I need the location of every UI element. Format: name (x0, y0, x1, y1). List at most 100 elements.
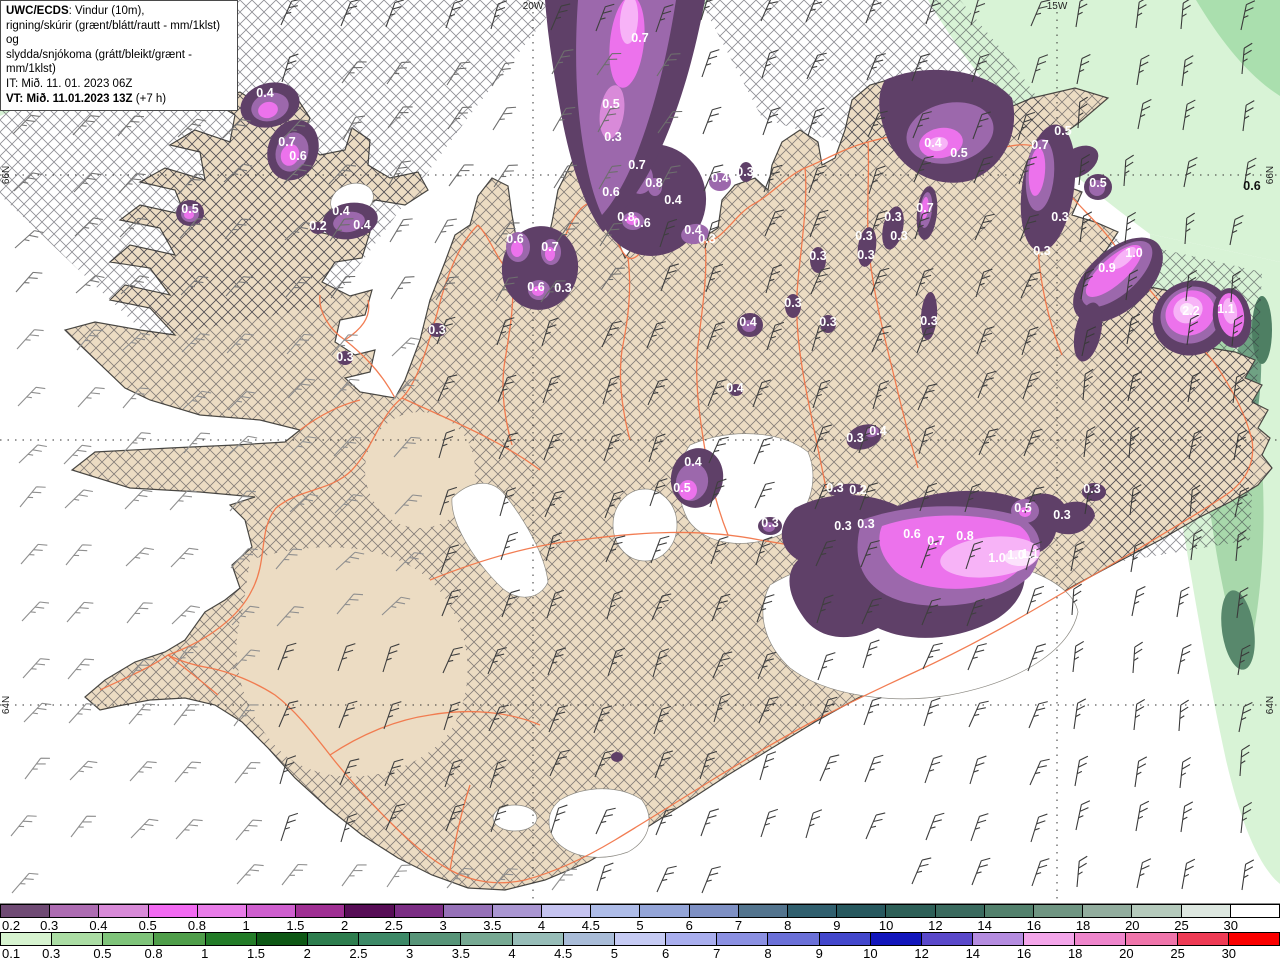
precip-value-label: 0.5 (950, 146, 967, 160)
precip-value-label: 0.3 (819, 315, 836, 329)
precip-value-label: 0.4 (711, 171, 728, 185)
colorbar-segment (614, 933, 667, 945)
latitude-label: 64N (1265, 696, 1276, 714)
precip-value-label: 0.7 (631, 31, 648, 45)
precip-value-label: 0.3 (890, 229, 907, 243)
precip-value-label: 0.3 (1083, 482, 1100, 496)
precip-value-label: 0.7 (916, 201, 933, 215)
colorbar-area: 0.2 0.3 0.4 0.5 0.8 1 1.5 2 2.5 3 3.5 4 4.5 5 6 7 8 9 10 12… (0, 903, 1280, 960)
precip-value-label: 0.4 (353, 218, 370, 232)
colorbar-segment (394, 905, 444, 917)
precip-value-label: 0.7 (628, 158, 645, 172)
precip-value-label: 0.3 (920, 314, 937, 328)
colorbar-tick-label: 6 (685, 918, 693, 933)
colorbar-segment (768, 933, 820, 945)
colorbar-tick-label: 16 (1026, 918, 1042, 933)
colorbar-segment (103, 933, 155, 945)
colorbar-tick-label: 0.8 (144, 946, 163, 960)
longitude-label: 20W (523, 1, 544, 12)
precip-value-label: 0.3 (1033, 244, 1050, 258)
precip-value-label: 0.3 (855, 229, 872, 243)
colorbar-segment (461, 933, 513, 945)
colorbar-tick-label: 18 (1067, 946, 1083, 960)
precip-value-label: 0.6 (527, 280, 544, 294)
precip-value-label: 0.6 (903, 527, 920, 541)
colorbar-segment (542, 905, 592, 917)
precip-value-label: 0.3 (736, 165, 753, 179)
colorbar-tick-label: 20 (1125, 918, 1140, 933)
legend-line-3: slydda/snjókoma (grátt/bleikt/grænt - mm… (6, 48, 192, 76)
colorbar-tick-label: 30 (1221, 946, 1237, 960)
precip-value-label: 0.3 (834, 519, 851, 533)
longitude-label: 15W (1047, 1, 1068, 12)
colorbar-segment (717, 933, 769, 945)
precip-value-label: 1.0 (988, 551, 1005, 565)
sleet-colorbar-labels: 0.2 0.3 0.4 0.5 0.8 1 1.5 2 2.5 3 3.5 4 4.5 5 6 7 8 9 10 12… (0, 918, 1280, 933)
colorbar-segment (591, 905, 641, 917)
colorbar-segment (1230, 905, 1279, 917)
colorbar-tick-label: 8 (784, 918, 792, 933)
precip-value-label: 0.5 (673, 481, 690, 495)
precip-value-label: 0.5 (1054, 124, 1071, 138)
precip-value-label: 0.6 (633, 216, 650, 230)
colorbar-tick-label: 10 (863, 946, 878, 960)
precip-value-label: 0.3 (698, 232, 715, 246)
colorbar-tick-label: 9 (833, 918, 841, 933)
colorbar-tick-label: 25 (1174, 918, 1189, 933)
colorbar-segment (870, 933, 922, 945)
colorbar-segment (246, 905, 297, 917)
legend-valid-time: VT: Mið. 11.01.2023 13Z (+7 h) (6, 92, 167, 105)
colorbar-tick-label: 0.5 (138, 918, 157, 933)
colorbar-tick-label: 6 (661, 946, 670, 960)
colorbar-segment (50, 905, 100, 917)
precip-value-label: 1.1 (1217, 302, 1234, 316)
precip-value-label: 0.7 (1031, 138, 1048, 152)
precip-value-label: 1.0 (1125, 246, 1142, 260)
precip-value-label: 0.8 (617, 210, 634, 224)
legend-init-time: IT: Mið. 11. 01. 2023 06Z (6, 77, 133, 90)
colorbar-tick-label: 1.5 (286, 918, 305, 933)
precip-value-label: 0.8 (645, 176, 662, 190)
colorbar-segment (640, 905, 690, 917)
precip-value-label: 0.5 (1014, 501, 1031, 515)
precip-value-label: 0.4 (924, 136, 941, 150)
precip-value-label: 1.1 (1021, 547, 1038, 561)
model-name: UWC/ECDS (6, 5, 69, 17)
precip-value-label: 0.5 (1089, 176, 1106, 190)
colorbar-segment (443, 905, 493, 917)
colorbar-segment (359, 933, 411, 945)
colorbar-tick-label: 14 (965, 946, 981, 960)
precip-value-label: 0.2 (849, 483, 866, 497)
colorbar-segment (972, 933, 1025, 945)
colorbar-segment (819, 933, 871, 945)
precip-value-label: 0.4 (256, 86, 273, 100)
colorbar-segment (738, 905, 788, 917)
precip-value-label: 0.9 (1098, 261, 1115, 275)
colorbar-segment (1033, 905, 1084, 917)
colorbar-segment (666, 933, 718, 945)
colorbar-tick-label: 9 (815, 946, 823, 960)
precip-value-label: 0.5 (602, 97, 619, 111)
precip-value-label: 0.3 (884, 210, 901, 224)
colorbar-tick-label: 5 (610, 946, 619, 960)
colorbar-tick-label: 3.5 (451, 946, 470, 960)
weather-map-app: 20W 15W 66N 66N 64N 64N 0.4 0.7 0.6 0.5 0.4 0.4 0.2 0… (0, 0, 1280, 960)
iceland-weather-map: 20W 15W66N 66N64N 64N0.40.70.60.5 0.40.40.20… (0, 0, 1280, 903)
colorbar-tick-label: 12 (928, 918, 943, 933)
colorbar-tick-label: 2.5 (384, 918, 403, 933)
colorbar-segment (1, 933, 53, 945)
sleet-colorbar (0, 904, 1280, 918)
colorbar-segment (563, 933, 615, 945)
colorbar-tick-label: 4 (508, 946, 516, 960)
precip-value-label: 0.3 (809, 249, 826, 263)
colorbar-tick-label: 30 (1223, 918, 1238, 933)
rain-colorbar-labels: 0.1 0.3 0.5 0.8 1 1.5 2 2.5 3 3.5 4 4.5 5 6 7 8 9 10 12 14 1… (0, 946, 1280, 960)
colorbar-segment (1132, 905, 1182, 917)
colorbar-tick-label: 1.5 (246, 946, 266, 960)
latitude-label: 66N (1265, 166, 1276, 184)
colorbar-tick-label: 1 (242, 918, 250, 933)
precip-value-label: 0.3 (428, 323, 445, 337)
precip-value-label: 0.3 (857, 517, 874, 531)
rain-colorbar (0, 932, 1280, 946)
colorbar-tick-label: 12 (914, 946, 929, 960)
